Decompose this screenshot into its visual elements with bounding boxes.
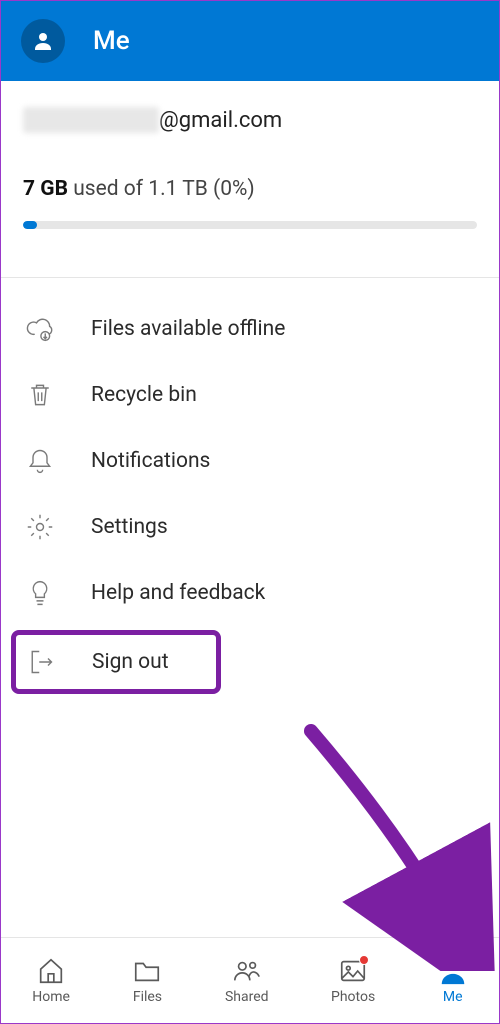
- menu-label: Help and feedback: [91, 581, 265, 605]
- gear-icon: [25, 512, 55, 542]
- nav-files[interactable]: Files: [132, 956, 162, 1005]
- nav-label: Home: [32, 989, 70, 1005]
- folder-icon: [132, 956, 162, 986]
- signout-icon: [26, 647, 56, 677]
- nav-label: Shared: [225, 989, 269, 1005]
- person-icon: [31, 29, 55, 53]
- nav-home[interactable]: Home: [32, 956, 70, 1005]
- page-title: Me: [93, 26, 130, 56]
- storage-progress-fill: [23, 221, 37, 229]
- menu-label: Files available offline: [91, 317, 285, 341]
- nav-shared[interactable]: Shared: [225, 956, 269, 1005]
- cloud-download-icon: [25, 314, 55, 344]
- menu-label: Sign out: [92, 650, 169, 674]
- menu-item-recycle[interactable]: Recycle bin: [1, 362, 499, 428]
- nav-photos[interactable]: Photos: [331, 956, 375, 1005]
- storage-remaining-text: used of 1.1 TB (0%): [68, 177, 255, 201]
- nav-label: Me: [443, 989, 463, 1005]
- menu-item-offline[interactable]: Files available offline: [1, 296, 499, 362]
- account-section: @gmail.com 7 GB used of 1.1 TB (0%): [1, 81, 499, 251]
- nav-label: Photos: [331, 989, 375, 1005]
- storage-used-value: 7 GB: [23, 177, 68, 201]
- menu-label: Settings: [91, 515, 168, 539]
- menu-item-settings[interactable]: Settings: [1, 494, 499, 560]
- storage-usage-text: 7 GB used of 1.1 TB (0%): [23, 177, 477, 201]
- menu-item-signout[interactable]: Sign out: [11, 630, 221, 694]
- nav-me[interactable]: Me: [438, 956, 468, 1005]
- menu-label: Notifications: [91, 449, 210, 473]
- nav-label: Files: [133, 989, 162, 1005]
- home-icon: [36, 956, 66, 986]
- menu-label: Recycle bin: [91, 383, 197, 407]
- bulb-icon: [25, 578, 55, 608]
- avatar[interactable]: [21, 19, 65, 63]
- trash-icon: [25, 380, 55, 410]
- account-email[interactable]: @gmail.com: [23, 107, 477, 133]
- bell-icon: [25, 446, 55, 476]
- bottom-nav: Home Files Shared Photos Me: [1, 937, 499, 1023]
- menu-item-notifications[interactable]: Notifications: [1, 428, 499, 494]
- menu-list: Files available offline Recycle bin Noti…: [1, 278, 499, 716]
- spacer: [1, 716, 499, 937]
- people-icon: [232, 956, 262, 986]
- person-filled-icon: [438, 956, 468, 986]
- email-domain: @gmail.com: [159, 108, 282, 133]
- menu-item-help[interactable]: Help and feedback: [1, 560, 499, 626]
- header-bar: Me: [1, 1, 499, 81]
- storage-progress-bar: [23, 221, 477, 229]
- email-local-redacted: [23, 107, 159, 133]
